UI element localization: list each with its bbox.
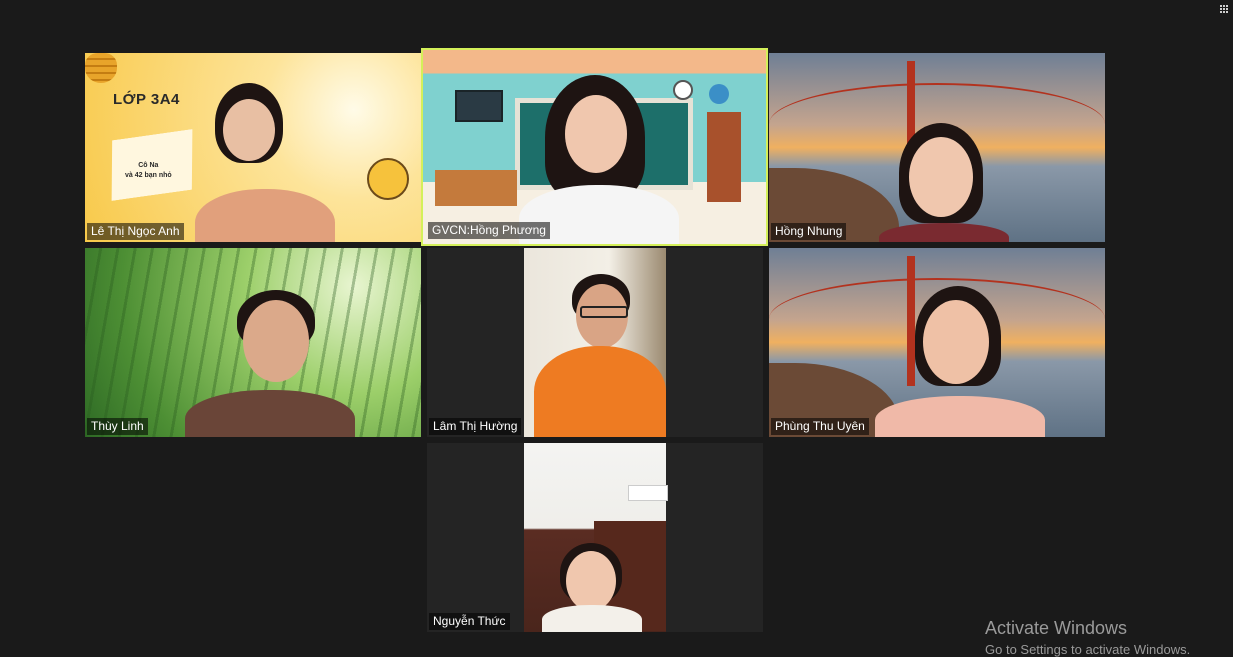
- video-feed: LỚP 3A4 Cô Na và 42 bạn nhỏ: [85, 53, 421, 242]
- slide-subtitle: Cô Na và 42 bạn nhỏ: [125, 162, 172, 179]
- participant-person: [879, 123, 1009, 242]
- participant-name-label: Lê Thị Ngọc Anh: [87, 223, 184, 240]
- watermark-title: Activate Windows: [985, 618, 1128, 638]
- participant-person: [185, 290, 355, 437]
- slide-title: LỚP 3A4: [113, 91, 180, 108]
- clock-icon: [673, 80, 693, 100]
- participant-tile-hong-phuong[interactable]: GVCN:Hồng Phương: [421, 48, 768, 246]
- participant-tile-le-thi-ngoc-anh[interactable]: LỚP 3A4 Cô Na và 42 bạn nhỏ Lê Thị Ngọc …: [85, 53, 421, 242]
- participant-person: [875, 286, 1045, 437]
- tv-screen: [455, 90, 503, 122]
- activation-watermark: Activate Windows Go to Settings to activ…: [985, 618, 1190, 657]
- video-feed: [524, 248, 666, 437]
- globe-icon: [709, 84, 729, 104]
- participant-person: [542, 543, 642, 632]
- participant-tile-hong-nhung[interactable]: Hồng Nhung: [769, 53, 1105, 242]
- participant-name-label: Phùng Thu Uyên: [771, 418, 869, 435]
- video-feed: [524, 443, 668, 632]
- participant-person: [195, 81, 345, 242]
- bee-character-icon: [367, 158, 409, 200]
- participant-tile-nguyen-thuc[interactable]: Nguyễn Thức: [427, 443, 763, 632]
- teacher-desk: [435, 170, 517, 206]
- participant-tile-lam-thi-huong[interactable]: Lâm Thị Hường: [427, 248, 763, 437]
- video-feed: [769, 248, 1105, 437]
- participant-tile-phung-thu-uyen[interactable]: Phùng Thu Uyên: [769, 248, 1105, 437]
- participant-name-label: GVCN:Hồng Phương: [428, 222, 550, 239]
- grid-view-icon[interactable]: [1220, 5, 1229, 14]
- participant-person: [519, 75, 679, 244]
- video-feed: [423, 50, 766, 244]
- bookshelf: [707, 112, 741, 202]
- participant-tile-thuy-linh[interactable]: Thùy Linh: [85, 248, 421, 437]
- participant-name-label: Lâm Thị Hường: [429, 418, 522, 435]
- participant-name-label: Thùy Linh: [87, 418, 148, 435]
- beehive-icon: [85, 53, 117, 83]
- glasses: [580, 306, 628, 318]
- video-feed: [85, 248, 421, 437]
- participant-person: [534, 266, 666, 437]
- video-feed: [769, 53, 1105, 242]
- participant-name-label: Hồng Nhung: [771, 223, 847, 240]
- participant-name-label: Nguyễn Thức: [429, 613, 510, 630]
- air-conditioner: [628, 485, 668, 501]
